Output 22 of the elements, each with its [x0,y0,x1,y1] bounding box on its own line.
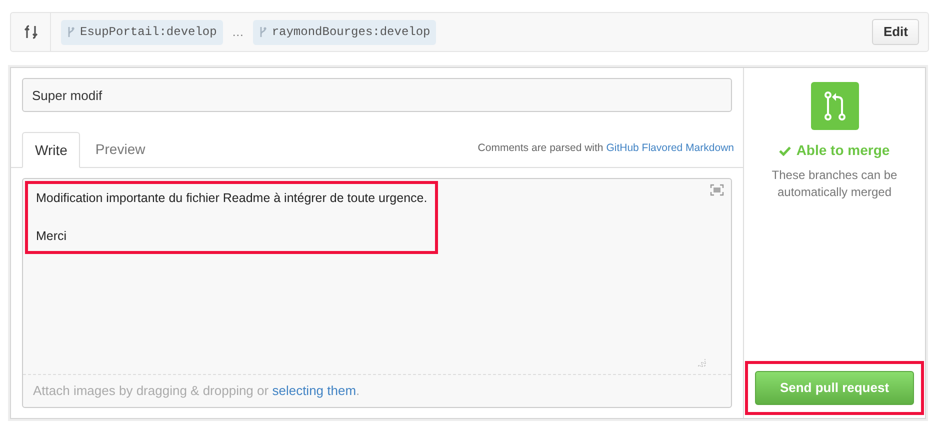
markdown-note: Comments are parsed with GitHub Flavored Markdown [478,141,734,156]
markdown-link[interactable]: GitHub Flavored Markdown [606,142,734,154]
resize-handle-icon[interactable] [698,359,706,367]
editor-tab[interactable]: Preview [80,131,160,167]
comment-box[interactable]: Modification importante du fichier Readme à intégrer de toute urgence. Merci Attach images by dragging & dropping or selecting them. [22,178,732,408]
editor-tab[interactable]: Write [22,132,80,168]
branch-icon [258,26,267,38]
merge-status-title: Able to merge [796,141,890,160]
attach-note: Attach images by dragging & dropping or selecting them. [33,382,360,400]
branch-icon [67,26,75,38]
pull-request-icon [824,91,846,121]
fullscreen-icon [710,184,724,196]
merge-description: These branches can be automatically merged [770,167,898,201]
compare-arrows-icon [24,24,38,40]
comment-text: Modification importante du fichier Readme à intégrer de toute urgence. Merci [25,181,438,254]
title-field[interactable]: Super modif [22,78,732,112]
select-files-link[interactable]: selecting them [272,383,356,398]
check-icon [779,146,792,156]
range-separator: … [232,24,244,41]
head-branch[interactable]: raymondBourges:develop [252,20,436,44]
base-branch[interactable]: EsupPortail:develop [61,20,223,44]
edit-button[interactable]: Edit [872,19,919,45]
